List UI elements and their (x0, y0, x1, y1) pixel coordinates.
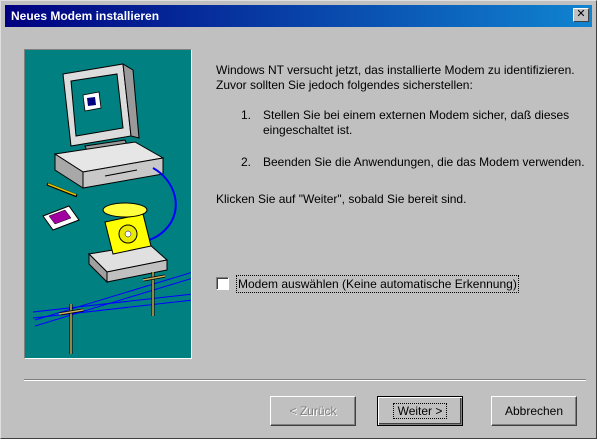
intro-text: Windows NT versucht jetzt, das installie… (216, 63, 575, 92)
computer-base-icon (53, 141, 165, 189)
pen-icon (46, 182, 78, 198)
manual-select-label[interactable]: Modem auswählen (Keine automatische Erke… (236, 275, 519, 293)
instructions-panel: Windows NT versucht jetzt, das installie… (216, 63, 586, 207)
monitor-icon (62, 63, 140, 157)
modem-install-dialog: Neues Modem installieren ✕ Windows NT ve… (0, 0, 597, 439)
next-button-label: Weiter > (392, 403, 448, 419)
instruction-text: Klicken Sie auf "Weiter", sobald Sie ber… (216, 192, 467, 206)
back-button[interactable]: < Zurück (270, 396, 356, 426)
separator (24, 379, 586, 381)
manual-select-checkbox[interactable] (216, 277, 229, 290)
window-title: Neues Modem installieren (11, 9, 160, 23)
close-button[interactable]: ✕ (573, 8, 589, 22)
disk-icon (42, 205, 80, 231)
close-icon: ✕ (576, 8, 586, 20)
title-bar[interactable]: Neues Modem installieren ✕ (5, 5, 592, 27)
telephone-modem-icon (87, 202, 169, 284)
step-number: 2. (241, 155, 252, 169)
computer-modem-illustration (24, 49, 192, 359)
step-item: 1. Stellen Sie bei einem externen Modem … (216, 108, 586, 138)
step-item: 2. Beenden Sie die Anwendungen, die das … (216, 155, 586, 170)
step-text: Stellen Sie bei einem externen Modem sic… (263, 108, 570, 137)
step-text: Beenden Sie die Anwendungen, die das Mod… (263, 155, 585, 169)
step-number: 1. (241, 108, 252, 122)
cancel-button[interactable]: Abbrechen (491, 396, 577, 426)
illustration-graphic (32, 63, 191, 354)
next-button[interactable]: Weiter > (377, 396, 463, 426)
telephone-pole-icon (32, 272, 191, 354)
